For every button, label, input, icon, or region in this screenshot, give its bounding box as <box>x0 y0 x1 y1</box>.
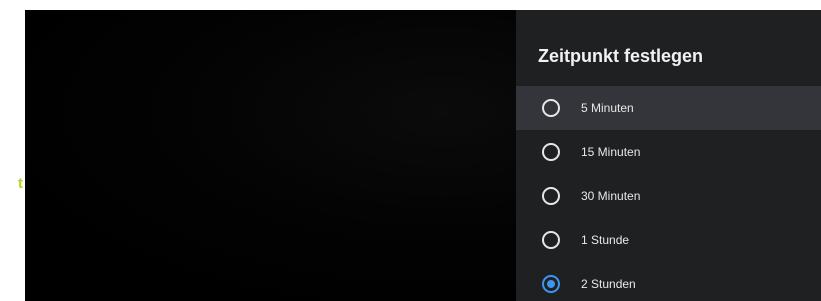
tv-screen: Zeitpunkt festlegen 5 Minuten 15 Minuten… <box>25 10 821 301</box>
radio-unchecked-icon[interactable] <box>542 187 560 205</box>
option-15-minuten[interactable]: 15 Minuten <box>516 130 821 174</box>
page: t Zeitpunkt festlegen 5 Minuten 15 Minut… <box>0 0 821 301</box>
sleep-timer-panel: Zeitpunkt festlegen 5 Minuten 15 Minuten… <box>516 10 821 301</box>
option-label: 15 Minuten <box>581 145 641 159</box>
radio-unchecked-icon[interactable] <box>542 143 560 161</box>
option-30-minuten[interactable]: 30 Minuten <box>516 174 821 218</box>
option-label: 2 Stunden <box>581 277 636 291</box>
radio-unchecked-icon[interactable] <box>542 231 560 249</box>
left-edge-partial-text: t <box>18 175 23 192</box>
option-1-stunde[interactable]: 1 Stunde <box>516 218 821 262</box>
timer-options-list: 5 Minuten 15 Minuten 30 Minuten 1 Stunde… <box>516 86 821 301</box>
option-label: 5 Minuten <box>581 101 634 115</box>
background-video-area <box>25 10 516 301</box>
radio-unchecked-icon[interactable] <box>542 99 560 117</box>
option-label: 30 Minuten <box>581 189 641 203</box>
panel-title: Zeitpunkt festlegen <box>538 46 704 66</box>
option-label: 1 Stunde <box>581 233 630 247</box>
radio-checked-icon[interactable] <box>542 275 560 293</box>
option-2-stunden[interactable]: 2 Stunden <box>516 262 821 301</box>
option-5-minuten[interactable]: 5 Minuten <box>516 86 821 130</box>
